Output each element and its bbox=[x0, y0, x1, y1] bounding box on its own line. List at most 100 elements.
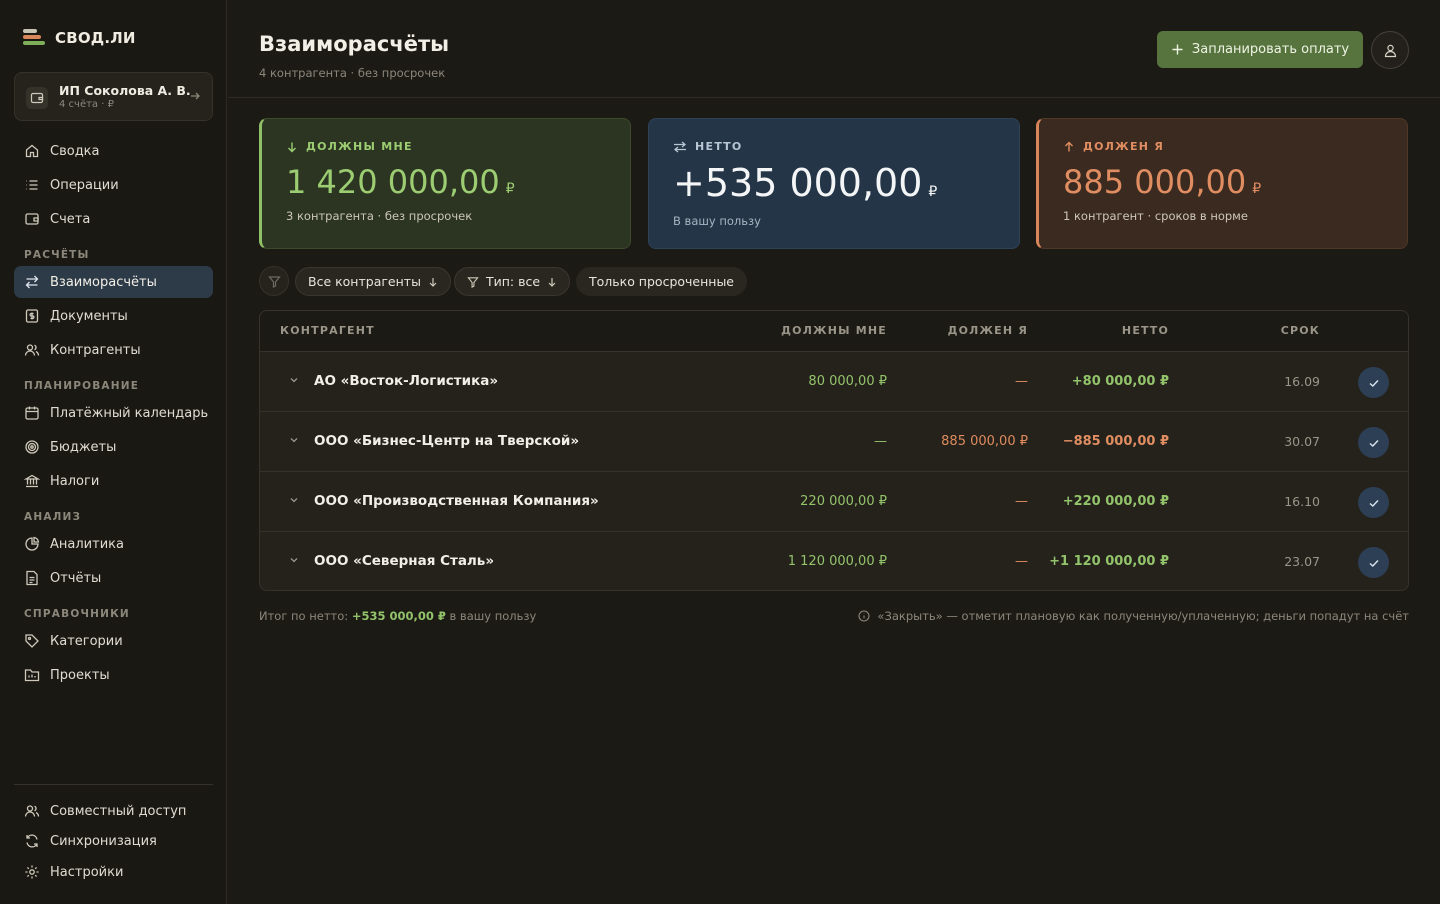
bank-icon bbox=[24, 474, 40, 488]
brand-logo[interactable]: СВОД.ЛИ bbox=[23, 28, 136, 48]
filter-toggle-button[interactable] bbox=[259, 266, 289, 296]
nav-section-planning: ПЛАНИРОВАНИЕ bbox=[24, 380, 140, 392]
schedule-payment-button[interactable]: Запланировать оплату bbox=[1157, 31, 1363, 68]
chevron-down-icon[interactable] bbox=[288, 374, 300, 390]
filter-label: Все контрагенты bbox=[308, 274, 421, 289]
nav-item-projects[interactable]: Проекты bbox=[14, 659, 213, 691]
owed-amount: 1 120 000,00 ₽ bbox=[787, 554, 887, 569]
nav-label: Настройки bbox=[50, 864, 124, 880]
filter-overdue-toggle[interactable]: Только просроченные bbox=[576, 267, 748, 296]
check-icon bbox=[1369, 439, 1379, 447]
card-value-number: +535 000,00 bbox=[673, 161, 923, 205]
column-header-owe: ДОЛЖЕН Я bbox=[947, 324, 1028, 337]
net-amount: +80 000,00 ₽ bbox=[1071, 374, 1169, 389]
close-settlement-button[interactable] bbox=[1358, 427, 1389, 458]
nav-item-counterparties[interactable]: Контрагенты bbox=[14, 334, 213, 366]
table-row[interactable]: АО «Восток-Логистика» 80 000,00 ₽ — +80 … bbox=[260, 352, 1408, 412]
card-value: 1 420 000,00 ₽ bbox=[286, 163, 515, 201]
card-value-currency: ₽ bbox=[1252, 181, 1262, 197]
table-header: КОНТРАГЕНТ ДОЛЖНЫ МНЕ ДОЛЖЕН Я НЕТТО СРО… bbox=[260, 311, 1408, 352]
users-icon bbox=[24, 805, 40, 817]
nav-item-accounts[interactable]: Счета bbox=[14, 203, 213, 235]
account-switcher[interactable]: ИП Соколова А. В. 4 счёта · ₽ bbox=[14, 72, 213, 121]
card-label-text: ДОЛЖНЫ МНЕ bbox=[306, 140, 413, 153]
nav-item-reports[interactable]: Отчёты bbox=[14, 562, 213, 594]
users-icon bbox=[24, 344, 40, 356]
nav-item-documents[interactable]: Документы bbox=[14, 300, 213, 332]
owe-amount: — bbox=[1015, 494, 1028, 509]
target-icon bbox=[25, 440, 39, 454]
filter-counterparties-dropdown[interactable]: Все контрагенты bbox=[295, 267, 451, 296]
net-amount: −885 000,00 ₽ bbox=[1062, 434, 1169, 449]
swap-icon bbox=[25, 275, 39, 289]
account-subtitle: 4 счёта · ₽ bbox=[59, 99, 114, 110]
wallet-icon bbox=[25, 213, 39, 225]
filter-icon bbox=[267, 275, 281, 288]
calendar-icon bbox=[25, 406, 39, 420]
settlements-table: КОНТРАГЕНТ ДОЛЖНЫ МНЕ ДОЛЖЕН Я НЕТТО СРО… bbox=[259, 310, 1409, 591]
sidebar: СВОД.ЛИ ИП Соколова А. В. 4 счёта · ₽ Св… bbox=[0, 0, 227, 904]
page-subtitle: 4 контрагента · без просрочек bbox=[259, 66, 446, 80]
chevron-down-icon[interactable] bbox=[288, 554, 300, 570]
counterparty-name: ООО «Северная Сталь» bbox=[314, 553, 495, 569]
folder-icon bbox=[24, 669, 40, 682]
swap-icon bbox=[673, 141, 687, 152]
nav-label: Аналитика bbox=[50, 536, 124, 552]
column-header-counterparty: КОНТРАГЕНТ bbox=[280, 324, 375, 337]
arrow-up-icon bbox=[1065, 141, 1073, 151]
close-settlement-button[interactable] bbox=[1358, 487, 1389, 518]
main-content: Взаиморасчёты 4 контрагента · без просро… bbox=[228, 0, 1440, 904]
nav-item-summary[interactable]: Сводка bbox=[14, 135, 213, 167]
owe-amount: — bbox=[1015, 554, 1028, 569]
column-header-due: СРОК bbox=[1280, 324, 1320, 337]
summary-card-net: НЕТТО +535 000,00 ₽ В вашу пользу bbox=[648, 118, 1020, 249]
card-value-currency: ₽ bbox=[505, 181, 515, 197]
owe-amount: 885 000,00 ₽ bbox=[941, 434, 1028, 449]
total-value: +535 000,00 ₽ bbox=[351, 609, 446, 623]
net-total-summary: Итог по нетто: +535 000,00 ₽ в вашу поль… bbox=[259, 609, 536, 623]
tag-icon bbox=[25, 634, 39, 648]
list-icon bbox=[26, 180, 38, 190]
nav-label: Взаиморасчёты bbox=[50, 274, 157, 290]
nav-item-sharing[interactable]: Совместный доступ bbox=[14, 795, 213, 827]
close-hint: «Закрыть» — отметит плановую как получен… bbox=[858, 609, 1409, 623]
card-label-text: ДОЛЖЕН Я bbox=[1083, 140, 1165, 153]
arrow-down-icon bbox=[429, 277, 437, 287]
nav-item-operations[interactable]: Операции bbox=[14, 169, 213, 201]
filter-icon bbox=[467, 276, 479, 288]
nav-item-analytics[interactable]: Аналитика bbox=[14, 528, 213, 560]
nav-item-sync[interactable]: Синхронизация bbox=[14, 825, 213, 857]
user-avatar-button[interactable] bbox=[1371, 31, 1409, 69]
nav-section-refs: СПРАВОЧНИКИ bbox=[24, 608, 130, 620]
arrow-right-icon bbox=[189, 90, 201, 106]
table-row[interactable]: ООО «Бизнес-Центр на Тверской» — 885 000… bbox=[260, 412, 1408, 472]
close-settlement-button[interactable] bbox=[1358, 367, 1389, 398]
chevron-down-icon[interactable] bbox=[288, 494, 300, 510]
chevron-down-icon[interactable] bbox=[288, 434, 300, 450]
user-icon bbox=[1384, 44, 1396, 57]
info-icon bbox=[858, 610, 870, 622]
owed-amount: 220 000,00 ₽ bbox=[800, 494, 887, 509]
card-note: В вашу пользу bbox=[673, 214, 761, 228]
filter-type-dropdown[interactable]: Тип: все bbox=[454, 267, 571, 296]
summary-card-owed-to-me: ДОЛЖНЫ МНЕ 1 420 000,00 ₽ 3 контрагента ·… bbox=[259, 118, 631, 249]
nav-item-settings[interactable]: Настройки bbox=[14, 856, 213, 888]
nav-label: Проекты bbox=[50, 667, 110, 683]
counterparty-name: ООО «Производственная Компания» bbox=[314, 493, 599, 509]
close-settlement-button[interactable] bbox=[1358, 547, 1389, 578]
table-row[interactable]: ООО «Производственная Компания» 220 000,… bbox=[260, 472, 1408, 532]
nav-item-categories[interactable]: Категории bbox=[14, 625, 213, 657]
owe-amount: — bbox=[1015, 374, 1028, 389]
nav-item-settlements[interactable]: Взаиморасчёты bbox=[14, 266, 213, 298]
nav-label: Контрагенты bbox=[50, 342, 141, 358]
nav-item-budgets[interactable]: Бюджеты bbox=[14, 431, 213, 463]
nav-item-calendar[interactable]: Платёжный календарь bbox=[14, 397, 213, 429]
check-icon bbox=[1369, 379, 1379, 387]
pie-chart-icon bbox=[25, 536, 40, 551]
counterparty-name: АО «Восток-Логистика» bbox=[314, 373, 499, 389]
nav-item-taxes[interactable]: Налоги bbox=[14, 465, 213, 497]
owed-amount: 80 000,00 ₽ bbox=[808, 374, 887, 389]
nav-section-settlements: РАСЧЁТЫ bbox=[24, 249, 90, 261]
due-date: 23.07 bbox=[1284, 554, 1320, 569]
table-row[interactable]: ООО «Северная Сталь» 1 120 000,00 ₽ — +1… bbox=[260, 532, 1408, 590]
